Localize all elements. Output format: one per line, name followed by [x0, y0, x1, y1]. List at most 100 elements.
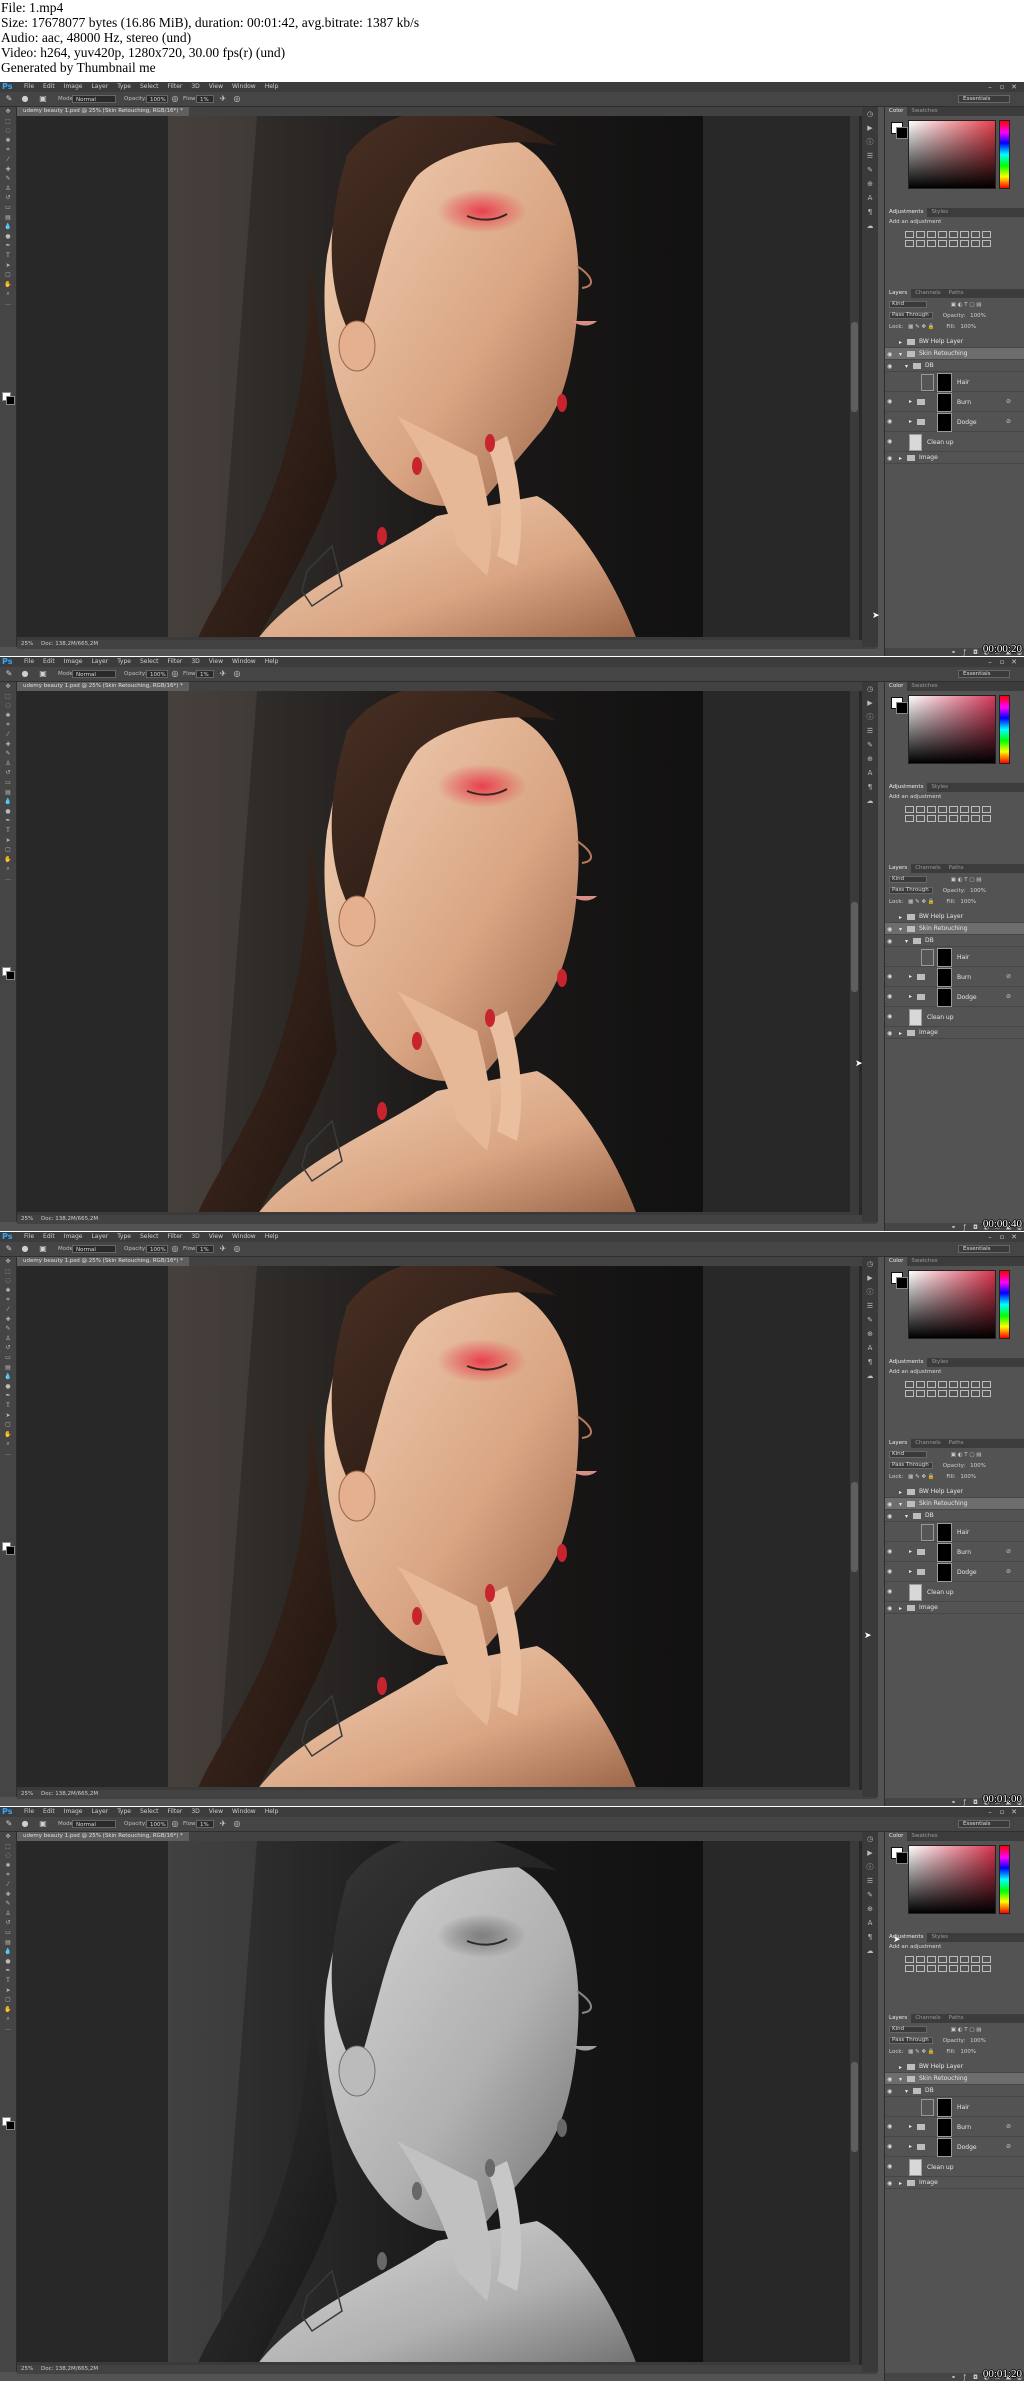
layer-image[interactable]: ◉ ▸ Image: [885, 2177, 1024, 2189]
curves-icon[interactable]: [927, 806, 936, 813]
threshold-icon[interactable]: [960, 1390, 969, 1397]
color-lookup-icon[interactable]: [927, 815, 936, 822]
type-tool-icon[interactable]: T: [0, 1976, 16, 1986]
menu-3d[interactable]: 3D: [191, 1232, 199, 1242]
photo-filter-icon[interactable]: [905, 240, 914, 247]
tab-adjustments[interactable]: Adjustments: [885, 783, 928, 792]
menu-window[interactable]: Window: [232, 1232, 256, 1242]
tab-channels[interactable]: Channels: [911, 864, 944, 873]
menu-layer[interactable]: Layer: [91, 82, 108, 92]
curves-icon[interactable]: [927, 1381, 936, 1388]
brush-preset-icon[interactable]: ✎: [862, 163, 878, 177]
menu-3d[interactable]: 3D: [191, 82, 199, 92]
eye-icon[interactable]: ◉: [887, 2123, 892, 2130]
layer-dodge[interactable]: ◉ ▸ Dodge ⊘: [885, 2137, 1024, 2157]
layer-bw-help[interactable]: ▸ BW Help Layer: [885, 1486, 1024, 1498]
eye-icon[interactable]: ◉: [887, 1605, 892, 1612]
fx-icon[interactable]: ƒ: [959, 2373, 970, 2381]
stamp-tool-icon[interactable]: ♙: [0, 1334, 16, 1344]
link-layers-icon[interactable]: ⚭: [948, 1798, 959, 1806]
vibrance-icon[interactable]: [949, 1956, 958, 1963]
menu-filter[interactable]: Filter: [168, 82, 183, 92]
layer-burn[interactable]: ◉ ▸ Burn ⊘: [885, 392, 1024, 412]
background-color-swatch[interactable]: [6, 396, 15, 405]
menu-select[interactable]: Select: [140, 657, 159, 667]
tab-layers[interactable]: Layers: [885, 289, 912, 298]
menu-layer[interactable]: Layer: [91, 1232, 108, 1242]
color-picker-field[interactable]: [908, 1845, 996, 1914]
black-white-icon[interactable]: [982, 1381, 991, 1388]
brush-preset-icon[interactable]: ✎: [862, 1888, 878, 1902]
levels-icon[interactable]: [916, 1956, 925, 1963]
tab-styles[interactable]: Styles: [927, 1933, 952, 1942]
selective-color-icon[interactable]: [982, 815, 991, 822]
vibrance-icon[interactable]: [949, 231, 958, 238]
workspace-select[interactable]: Essentials: [958, 1245, 1010, 1253]
gradient-map-icon[interactable]: [971, 1965, 980, 1972]
filter-icons[interactable]: ▣ ◐ T ▢ ▤: [951, 1452, 982, 1458]
color-balance-icon[interactable]: [971, 806, 980, 813]
healing-tool-icon[interactable]: ✚: [0, 740, 16, 750]
hue-saturation-icon[interactable]: [960, 1381, 969, 1388]
brush-tool-icon[interactable]: ✎: [0, 174, 16, 184]
layer-mask-thumbnail[interactable]: [937, 1523, 952, 1542]
zoom-tool-icon[interactable]: ⌕: [0, 864, 16, 874]
layer-opacity-value[interactable]: 100%: [970, 888, 986, 894]
tab-channels[interactable]: Channels: [911, 1439, 944, 1448]
eye-icon[interactable]: ◉: [887, 1513, 892, 1520]
hand-tool-icon[interactable]: ✋: [0, 855, 16, 865]
move-tool-icon[interactable]: ✥: [0, 1832, 16, 1842]
menu-view[interactable]: View: [209, 82, 223, 92]
dodge-tool-icon[interactable]: ●: [0, 1957, 16, 1967]
color-lookup-icon[interactable]: [927, 240, 936, 247]
history-brush-tool-icon[interactable]: ↺: [0, 1918, 16, 1928]
dodge-tool-icon[interactable]: ●: [0, 232, 16, 242]
tab-swatches[interactable]: Swatches: [907, 1257, 941, 1266]
eye-icon[interactable]: ◉: [887, 1501, 892, 1508]
background-color-swatch[interactable]: [896, 702, 908, 714]
invert-icon[interactable]: [938, 240, 947, 247]
layer-skin-retouching[interactable]: ◉ ▾ Skin Retouching: [885, 1498, 1024, 1510]
tool-presets-icon[interactable]: ☁: [862, 219, 878, 233]
history-panel-icon[interactable]: ◷: [862, 682, 878, 696]
close-icon[interactable]: ✕: [1008, 1807, 1020, 1817]
mode-select[interactable]: Normal: [72, 1245, 116, 1253]
history-brush-tool-icon[interactable]: ↺: [0, 193, 16, 203]
pressure-opacity-icon[interactable]: ◎: [170, 1244, 180, 1254]
background-color-swatch[interactable]: [896, 1852, 908, 1864]
blend-mode-select[interactable]: Pass Through: [889, 2037, 933, 2044]
fill-value[interactable]: 100%: [960, 899, 976, 905]
lasso-tool-icon[interactable]: ◌: [0, 1851, 16, 1861]
brush-tool-icon[interactable]: ✎: [4, 94, 14, 104]
layer-mask-thumbnail[interactable]: [937, 1563, 952, 1582]
layer-mask-thumbnail[interactable]: [937, 2138, 952, 2157]
threshold-icon[interactable]: [960, 240, 969, 247]
layer-clean-up[interactable]: ◉ Clean up: [885, 432, 1024, 452]
minimize-icon[interactable]: –: [984, 1807, 996, 1817]
flow-input[interactable]: 1%: [196, 95, 214, 103]
marquee-tool-icon[interactable]: ⬚: [0, 117, 16, 127]
opacity-input[interactable]: 100%: [146, 670, 168, 678]
brush-tool-icon[interactable]: ✎: [4, 669, 14, 679]
eye-icon[interactable]: ◉: [887, 1548, 892, 1555]
kind-filter-select[interactable]: Kind: [889, 1451, 927, 1458]
exposure-icon[interactable]: [938, 1381, 947, 1388]
eraser-tool-icon[interactable]: ▭: [0, 1353, 16, 1363]
menu-type[interactable]: Type: [117, 1807, 131, 1817]
menu-edit[interactable]: Edit: [43, 657, 55, 667]
marquee-tool-icon[interactable]: ⬚: [0, 1842, 16, 1852]
more-tools-icon[interactable]: …: [0, 2024, 16, 2034]
eye-icon[interactable]: ◉: [887, 398, 892, 405]
quick-select-tool-icon[interactable]: ✱: [0, 711, 16, 721]
mode-select[interactable]: Normal: [72, 1820, 116, 1828]
layer-dodge[interactable]: ◉ ▸ Dodge ⊘: [885, 987, 1024, 1007]
channel-mixer-icon[interactable]: [916, 1965, 925, 1972]
document-canvas[interactable]: [17, 1259, 877, 1790]
close-icon[interactable]: ✕: [1008, 82, 1020, 92]
invert-icon[interactable]: [938, 1390, 947, 1397]
layer-hair[interactable]: Hair: [885, 2097, 1024, 2117]
layer-clean-up[interactable]: ◉ Clean up: [885, 1007, 1024, 1027]
tab-styles[interactable]: Styles: [927, 1358, 952, 1367]
menu-edit[interactable]: Edit: [43, 82, 55, 92]
character-icon[interactable]: A: [862, 1916, 878, 1930]
